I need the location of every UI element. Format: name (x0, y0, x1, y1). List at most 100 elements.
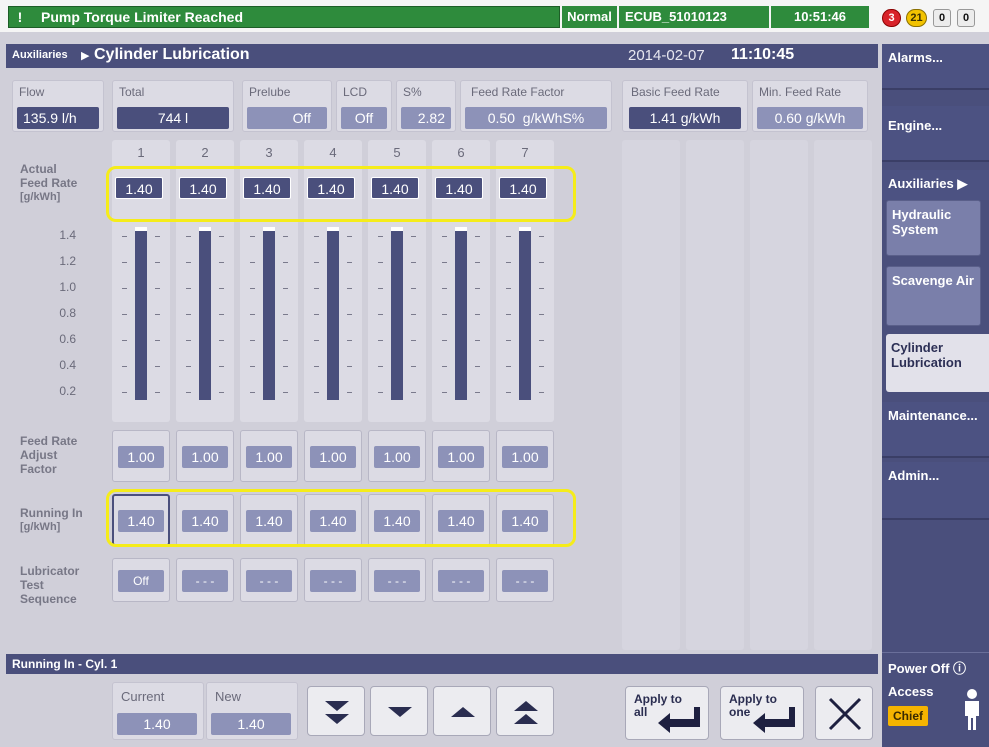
row-label-lubricator-test: Lubricator Test Sequence (20, 564, 79, 606)
alarm-count-yellow[interactable]: 21 (906, 9, 927, 27)
scale-tick: 1.4 (59, 228, 76, 242)
feed-rate-bar-cap (199, 227, 211, 231)
clock: 10:51:46 (771, 6, 869, 28)
bar-tick (378, 340, 383, 341)
lcd-tile[interactable]: LCD Off (336, 80, 392, 132)
row-label-line: Actual (20, 162, 57, 176)
alarm-warning-icon: ! (17, 9, 23, 25)
bar-tick (155, 236, 160, 237)
lubricator-test-value[interactable]: - - - (182, 570, 228, 592)
new-value-field[interactable]: 1.40 (211, 713, 291, 735)
bar-tick (347, 366, 352, 367)
min-feed-rate-label: Min. Feed Rate (759, 85, 842, 99)
bar-tick (186, 262, 191, 263)
alarm-count-red[interactable]: 3 (882, 9, 901, 27)
bar-tick (219, 392, 224, 393)
prelube-tile[interactable]: Prelube Off (242, 80, 332, 132)
increase-button[interactable] (433, 686, 491, 736)
apply-to-one-button[interactable]: Apply to one (720, 686, 804, 740)
alarm-count-white[interactable]: 0 (933, 9, 951, 27)
sidebar-item-alarms[interactable]: Alarms... (882, 44, 989, 90)
sidebar-item-engine[interactable]: Engine... (882, 106, 989, 162)
bar-tick (250, 366, 255, 367)
highlight-actual-feed-rate (106, 166, 576, 222)
lcd-label: LCD (343, 85, 368, 99)
increase-fast-button[interactable] (496, 686, 554, 736)
bar-tick (155, 314, 160, 315)
top-status-bar: ! Pump Torque Limiter Reached Normal ECU… (0, 0, 989, 32)
access-level-badge[interactable]: Chief (888, 706, 928, 726)
feed-rate-factor-value[interactable]: 0.50 g/kWhS% (465, 107, 607, 129)
bar-tick (506, 366, 511, 367)
feed-rate-adjust-value[interactable]: 1.00 (502, 446, 548, 468)
sidebar-item-scavenge-air[interactable]: Scavenge Air (886, 266, 981, 326)
bar-tick (378, 314, 383, 315)
sidebar-item-label: Maintenance... (888, 408, 978, 423)
bar-tick (506, 392, 511, 393)
feed-rate-bar-cap (327, 227, 339, 231)
sidebar-item-hydraulic-system[interactable]: Hydraulic System (886, 200, 981, 256)
sidebar-item-admin[interactable]: Admin... (882, 462, 989, 520)
bar-tick (442, 314, 447, 315)
bar-tick (155, 366, 160, 367)
feed-rate-adjust-value[interactable]: 1.00 (438, 446, 484, 468)
lcd-value[interactable]: Off (341, 107, 387, 129)
breadcrumb-section[interactable]: Auxiliaries (12, 49, 68, 61)
decrease-button[interactable] (370, 686, 428, 736)
bar-tick (283, 262, 288, 263)
bar-tick (442, 392, 447, 393)
bar-tick (186, 392, 191, 393)
power-off-button[interactable]: Power Off ⓘ (882, 652, 989, 678)
sidebar-item-label: Admin... (888, 468, 940, 483)
feed-rate-adjust-value[interactable]: 1.00 (246, 446, 292, 468)
bar-tick (442, 340, 447, 341)
lubricator-test-value[interactable]: - - - (246, 570, 292, 592)
bar-tick (475, 314, 480, 315)
feed-rate-adjust-value[interactable]: 1.00 (182, 446, 228, 468)
bar-tick (314, 262, 319, 263)
feed-rate-adjust-value[interactable]: 1.00 (310, 446, 356, 468)
scale-tick: 0.6 (59, 332, 76, 346)
cancel-button[interactable] (815, 686, 873, 740)
cylinder-number: 1 (137, 145, 145, 160)
lubricator-test-value[interactable]: - - - (310, 570, 356, 592)
bar-tick (250, 340, 255, 341)
bar-tick (475, 288, 480, 289)
decrease-fast-button[interactable] (307, 686, 365, 736)
lubricator-test-value[interactable]: - - - (374, 570, 420, 592)
basic-feed-rate-tile: Basic Feed Rate 1.41 g/kWh (622, 80, 748, 132)
lubricator-test-value[interactable]: - - - (502, 570, 548, 592)
bar-tick (411, 340, 416, 341)
bar-tick (155, 340, 160, 341)
screen: ! Pump Torque Limiter Reached Normal ECU… (0, 0, 989, 747)
lubricator-test-value[interactable]: - - - (438, 570, 484, 592)
bar-tick (347, 236, 352, 237)
sulfur-value[interactable]: 2.82 (401, 107, 451, 129)
feed-rate-adjust-value[interactable]: 1.00 (118, 446, 164, 468)
bar-tick (250, 236, 255, 237)
row-label-line: Feed Rate (20, 434, 78, 448)
bar-tick (283, 392, 288, 393)
feed-rate-adjust-value[interactable]: 1.00 (374, 446, 420, 468)
sidebar-item-cylinder-lubrication[interactable]: Cylinder Lubrication (886, 334, 989, 392)
feed-rate-bar (519, 230, 531, 400)
prelube-value[interactable]: Off (247, 107, 327, 129)
bar-tick (122, 288, 127, 289)
feed-rate-factor-tile[interactable]: Feed Rate Factor 0.50 g/kWhS% (460, 80, 612, 132)
total-label: Total (119, 85, 145, 99)
double-chevron-down-icon (325, 701, 349, 724)
alarm-count-white-2[interactable]: 0 (957, 9, 975, 27)
row-label-line: Sequence (20, 592, 77, 606)
bar-tick (411, 314, 416, 315)
alarm-banner[interactable]: ! Pump Torque Limiter Reached (8, 6, 560, 28)
bar-tick (155, 262, 160, 263)
user-icon (965, 689, 979, 730)
sidebar-item-maintenance[interactable]: Maintenance... (882, 402, 989, 458)
lubricator-test-value[interactable]: Off (118, 570, 164, 592)
apply-to-all-button[interactable]: Apply to all (625, 686, 709, 740)
bar-tick (475, 236, 480, 237)
new-value-tile[interactable]: New 1.40 (206, 682, 298, 740)
sidebar-item-auxiliaries[interactable]: Auxiliaries ▶ (882, 170, 989, 200)
sulfur-tile[interactable]: S% 2.82 (396, 80, 456, 132)
bar-tick (219, 340, 224, 341)
